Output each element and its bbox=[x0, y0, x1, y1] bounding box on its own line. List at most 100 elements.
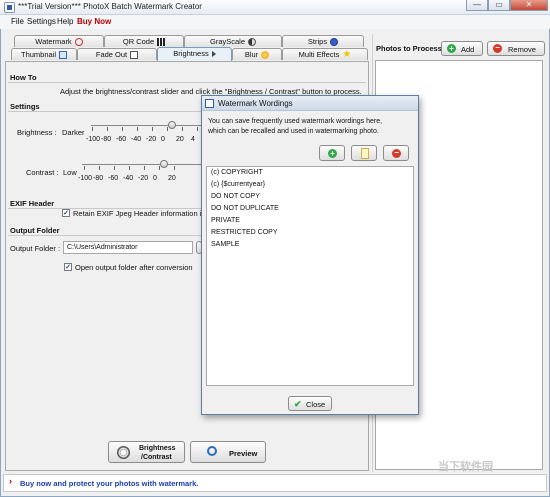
star-icon: ★ bbox=[342, 49, 352, 61]
menu-help[interactable]: Help bbox=[57, 17, 73, 26]
wording-item[interactable]: PRIVATE bbox=[211, 217, 240, 224]
watermark-wordings-dialog: Watermark Wordings You can save frequent… bbox=[201, 95, 419, 415]
brightness-tick-mark bbox=[107, 127, 108, 131]
contrast-tick-label: -100 bbox=[78, 175, 93, 182]
wording-item[interactable]: RESTRICTED COPY bbox=[211, 229, 278, 236]
brightness-tick-mark bbox=[182, 127, 183, 131]
check-icon: ✔ bbox=[294, 399, 302, 409]
edit-wording-button[interactable] bbox=[351, 145, 377, 161]
minimize-button[interactable]: — bbox=[466, 0, 488, 11]
brightness-tick-label: 0 bbox=[161, 136, 165, 143]
add-icon: + bbox=[447, 44, 456, 53]
menu-settings[interactable]: Settings bbox=[27, 17, 56, 26]
brightness-contrast-button[interactable]: Brightness /Contrast bbox=[108, 441, 185, 463]
tab-thumbnail[interactable]: Thumbnail bbox=[11, 48, 77, 60]
wording-item[interactable]: SAMPLE bbox=[211, 241, 239, 248]
tab-fade-out[interactable]: Fade Out bbox=[77, 48, 157, 60]
brightness-tick-label: -20 bbox=[146, 136, 157, 143]
tab-grayscale[interactable]: GrayScale bbox=[184, 35, 282, 47]
preview-button[interactable]: Preview bbox=[190, 441, 266, 463]
contrast-tick-label: -60 bbox=[108, 175, 119, 182]
wordings-list[interactable]: (c) COPYRIGHT (c) {$currentyear} DO NOT … bbox=[206, 166, 414, 386]
contrast-slider-track[interactable] bbox=[82, 164, 202, 165]
dialog-description-1: You can save frequently used watermark w… bbox=[208, 118, 383, 125]
menu-file[interactable]: File bbox=[11, 17, 24, 26]
wording-item[interactable]: (c) {$currentyear} bbox=[211, 181, 265, 188]
contrast-tick-label: 0 bbox=[153, 175, 157, 182]
add-wording-button[interactable]: + bbox=[319, 145, 345, 161]
tab-qr-code[interactable]: QR Code bbox=[104, 35, 184, 47]
contrast-tick-mark bbox=[159, 166, 160, 170]
contrast-tick-label: -40 bbox=[123, 175, 134, 182]
separator bbox=[8, 235, 201, 236]
contrast-label: Contrast : bbox=[26, 168, 59, 177]
brightness-tick-mark bbox=[92, 127, 93, 131]
dialog-app-icon bbox=[205, 99, 214, 108]
brightness-tick-label: -100 bbox=[86, 136, 101, 143]
add-icon: + bbox=[328, 149, 337, 158]
contrast-tick-label: -20 bbox=[138, 175, 149, 182]
retain-exif-checkbox[interactable]: ✓ bbox=[62, 209, 70, 217]
menu-buy-now[interactable]: Buy Now bbox=[77, 17, 111, 26]
tab-watermark[interactable]: Watermark bbox=[14, 35, 104, 47]
wording-item[interactable]: (c) COPYRIGHT bbox=[211, 169, 263, 176]
add-button-label: Add bbox=[461, 45, 475, 54]
add-button[interactable]: + Add bbox=[441, 41, 483, 56]
tab-strips[interactable]: Strips bbox=[282, 35, 364, 47]
remove-button[interactable]: − Remove bbox=[487, 41, 545, 56]
tab-brightness[interactable]: Brightness bbox=[157, 47, 232, 61]
grayscale-icon bbox=[248, 38, 256, 47]
dialog-close-label: Close bbox=[306, 400, 326, 409]
delete-wording-button[interactable]: − bbox=[383, 145, 409, 161]
watermark-icon bbox=[74, 38, 83, 47]
dialog-close-button[interactable]: ✔ Close bbox=[288, 396, 332, 411]
dialog-description-2: which can be recalled and used in waterm… bbox=[208, 128, 379, 135]
thumbnail-icon bbox=[59, 51, 68, 60]
brightness-label: Brightness : bbox=[17, 128, 57, 137]
app-icon bbox=[4, 2, 15, 13]
contrast-tick-label: 20 bbox=[168, 175, 176, 182]
open-output-label: Open output folder after conversion bbox=[75, 263, 193, 272]
brightness-tick-mark bbox=[197, 127, 198, 131]
brightness-slider-knob[interactable] bbox=[168, 121, 176, 129]
brightness-tick-mark bbox=[137, 127, 138, 131]
brightness-button-label-2: /Contrast bbox=[141, 454, 172, 461]
photos-title: Photos to Process bbox=[376, 44, 442, 53]
tab-multi-effects[interactable]: Multi Effects ★ bbox=[282, 48, 368, 60]
maximize-button[interactable]: ▭ bbox=[488, 0, 510, 11]
remove-icon: − bbox=[493, 44, 502, 53]
output-folder-input[interactable]: C:\Users\Administrator bbox=[63, 241, 193, 254]
brightness-button-label-1: Brightness bbox=[139, 445, 176, 452]
contrast-low-label: Low bbox=[63, 168, 77, 177]
close-window-button[interactable]: ✕ bbox=[510, 0, 548, 11]
edit-icon bbox=[361, 148, 369, 159]
retain-exif-label: Retain EXIF Jpeg Header information in t… bbox=[73, 209, 214, 218]
remove-button-label: Remove bbox=[508, 45, 536, 54]
chevron-right-icon: › bbox=[9, 476, 12, 486]
brightness-low-label: Darker bbox=[62, 128, 85, 137]
remove-icon: − bbox=[392, 149, 401, 158]
brightness-tick-mark bbox=[152, 127, 153, 131]
contrast-tick-mark bbox=[174, 166, 175, 170]
contrast-tick-label: -80 bbox=[93, 175, 104, 182]
preview-button-label: Preview bbox=[229, 449, 258, 458]
exif-heading: EXIF Header bbox=[10, 199, 55, 208]
output-heading: Output Folder bbox=[10, 226, 60, 235]
magnifier-icon bbox=[207, 446, 217, 456]
tab-blur[interactable]: Blur bbox=[232, 48, 282, 60]
blur-icon bbox=[261, 51, 270, 60]
contrast-slider-knob[interactable] bbox=[160, 160, 168, 168]
brightness-slider-track[interactable] bbox=[91, 125, 201, 126]
wording-item[interactable]: DO NOT DUPLICATE bbox=[211, 205, 279, 212]
contrast-tick-mark bbox=[144, 166, 145, 170]
settings-heading: Settings bbox=[10, 102, 40, 111]
howto-heading: How To bbox=[10, 73, 37, 82]
dialog-title: Watermark Wordings bbox=[218, 99, 293, 108]
brightness-tab-icon bbox=[211, 51, 216, 58]
open-output-checkbox[interactable]: ✓ bbox=[64, 263, 72, 271]
window-title: ***Trial Version*** PhotoX Batch Waterma… bbox=[18, 2, 202, 11]
contrast-tick-mark bbox=[99, 166, 100, 170]
wording-item[interactable]: DO NOT COPY bbox=[211, 193, 260, 200]
sun-icon bbox=[117, 446, 130, 459]
separator bbox=[8, 82, 366, 83]
